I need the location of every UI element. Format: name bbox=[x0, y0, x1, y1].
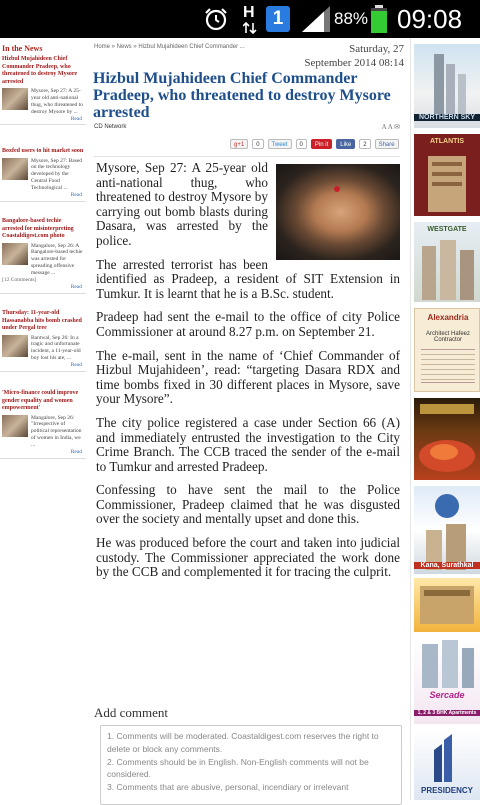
share-bar: g+1 0 Tweet 0 Pin it Like 2 Share bbox=[230, 139, 399, 151]
news-thumbnail[interactable] bbox=[2, 88, 28, 110]
news-thumbnail[interactable] bbox=[2, 334, 28, 357]
date-line-2: September 2014 08:14 bbox=[304, 56, 404, 69]
list-item[interactable]: Thursday: 11-year-old Hassanabba hits bo… bbox=[0, 310, 86, 372]
ad-banner[interactable]: WESTGATE bbox=[414, 222, 480, 302]
ad-text-block bbox=[421, 349, 475, 383]
ad-banner[interactable]: ATLANTIS bbox=[414, 134, 480, 216]
news-link[interactable]: Bangalore-based techie arrested for misi… bbox=[0, 218, 86, 241]
article-paragraph: The city police registered a case under … bbox=[96, 414, 400, 474]
sidebar-title: In the News bbox=[2, 44, 43, 53]
network-type-icon: H bbox=[243, 4, 255, 22]
news-excerpt: Bantwal, Sep 26: In a tragic and unfortu… bbox=[31, 334, 81, 362]
signal-icon bbox=[302, 6, 330, 32]
ad-banner[interactable] bbox=[414, 578, 480, 632]
alarm-icon bbox=[205, 8, 227, 31]
ad-label: Sercade bbox=[429, 690, 465, 700]
ad-label: Alexandria bbox=[427, 313, 469, 322]
news-link[interactable]: 'Micro-finance could improve gender equa… bbox=[0, 390, 86, 413]
news-excerpt: Mysore, Sep 27: A 25-year old anti-natio… bbox=[31, 88, 83, 115]
battery-percent: 88% bbox=[334, 9, 369, 28]
ad-label: 1, 2 & 3 BHK Apartments bbox=[414, 710, 480, 716]
facebook-share-button[interactable]: Share bbox=[374, 139, 399, 149]
ad-label: PRESIDENCY bbox=[420, 786, 473, 795]
tweet-button[interactable]: Tweet bbox=[267, 139, 292, 149]
news-thumbnail[interactable] bbox=[2, 414, 28, 437]
building-graphic bbox=[420, 586, 474, 624]
google-plus-count: 0 bbox=[252, 139, 264, 149]
google-plus-button[interactable]: g+1 bbox=[230, 139, 249, 149]
status-bar: H 1 88% 09:08 bbox=[0, 0, 480, 38]
article-column: Home » News » Hizbul Mujahideen Chief Co… bbox=[90, 38, 406, 805]
comment-rule: 2. Comments should be in English. Non-En… bbox=[107, 756, 369, 780]
tweet-count: 0 bbox=[295, 139, 307, 149]
ad-label: Kana, Surathkal bbox=[414, 562, 480, 569]
pin-it-button[interactable]: Pin it bbox=[310, 139, 333, 149]
news-thumbnail[interactable] bbox=[2, 157, 28, 180]
news-link[interactable]: Thursday: 11-year-old Hassanabba hits bo… bbox=[0, 310, 86, 333]
list-item[interactable]: 'Micro-finance could improve gender equa… bbox=[0, 390, 86, 459]
read-link[interactable]: Read bbox=[0, 362, 86, 369]
clock: 09:08 bbox=[397, 4, 463, 34]
list-item[interactable]: Boxfed users to hit market soon Mysore, … bbox=[0, 148, 86, 202]
news-excerpt: Mangalore, Sep 26: "Irrespective of poli… bbox=[31, 414, 82, 449]
comments-count[interactable]: [12 Comments] bbox=[0, 277, 86, 284]
ad-column: NORTHERN SKY ATLANTIS WESTGATE Alexandri… bbox=[412, 38, 480, 800]
article-date: Saturday, 27 September 2014 08:14 bbox=[304, 43, 404, 71]
building-graphic bbox=[422, 640, 474, 688]
notification-badge-icon: 1 bbox=[266, 6, 290, 32]
news-link[interactable]: Boxfed users to hit market soon bbox=[0, 148, 86, 156]
list-item[interactable]: Bangalore-based techie arrested for misi… bbox=[0, 218, 86, 294]
news-thumbnail[interactable] bbox=[2, 242, 28, 265]
comment-rule: 1. Comments will be moderated. Coastaldi… bbox=[107, 731, 379, 754]
read-link[interactable]: Read bbox=[0, 449, 86, 456]
author-name[interactable]: CD Network bbox=[94, 124, 126, 130]
article-paragraph: He was produced before the court and tak… bbox=[96, 535, 400, 580]
like-count: 2 bbox=[359, 139, 371, 149]
news-link[interactable]: Hizbul Mujahideen Chief Commander Pradee… bbox=[0, 56, 86, 86]
list-item[interactable]: Hizbul Mujahideen Chief Commander Pradee… bbox=[0, 56, 86, 126]
facebook-like-button[interactable]: Like bbox=[336, 139, 356, 149]
building-graphic bbox=[426, 494, 466, 570]
article-paragraph: The e-mail, sent in the name of ‘Chief C… bbox=[96, 347, 400, 407]
read-link[interactable]: Read bbox=[0, 192, 86, 199]
article-paragraph: The arrested terrorist has been identifi… bbox=[96, 256, 400, 301]
notification-badge-count: 1 bbox=[272, 8, 284, 29]
ad-label: Architect Hafeez Contractor bbox=[425, 331, 471, 343]
read-link[interactable]: Read bbox=[0, 116, 86, 123]
ad-banner[interactable]: Alexandria Architect Hafeez Contractor bbox=[414, 308, 480, 392]
ad-label: NORTHERN SKY bbox=[414, 114, 480, 121]
comment-rule: 3. Comments that are abusive, personal, … bbox=[107, 782, 349, 793]
food-graphic bbox=[419, 404, 475, 472]
ad-banner[interactable] bbox=[414, 398, 480, 480]
font-size-print-email-icons[interactable]: A A ✉ bbox=[382, 123, 400, 131]
battery-icon bbox=[371, 5, 387, 33]
divider bbox=[94, 156, 400, 157]
add-comment-heading: Add comment bbox=[94, 705, 169, 720]
building-graphic bbox=[428, 156, 466, 212]
ad-banner[interactable]: Sercade 1, 2 & 3 BHK Apartments bbox=[414, 638, 480, 724]
article-tools[interactable]: A A ✉ bbox=[382, 123, 400, 131]
web-page: In the News Hizbul Mujahideen Chief Comm… bbox=[0, 38, 480, 805]
article-paragraph: Pradeep had sent the e-mail to the offic… bbox=[96, 309, 400, 339]
breadcrumb[interactable]: Home » News » Hizbul Mujahideen Chief Co… bbox=[94, 44, 245, 50]
building-graphic bbox=[422, 240, 474, 300]
ad-banner[interactable]: Kana, Surathkal bbox=[414, 486, 480, 574]
ad-label: ATLANTIS bbox=[429, 138, 465, 145]
comment-rules-box[interactable]: 1. Comments will be moderated. Coastaldi… bbox=[100, 725, 402, 805]
read-link[interactable]: Read bbox=[0, 284, 86, 291]
ad-banner[interactable]: PRESIDENCY bbox=[414, 730, 480, 800]
date-line-1: Saturday, 27 bbox=[349, 43, 404, 55]
data-arrows-icon bbox=[243, 22, 257, 34]
column-divider bbox=[410, 38, 411, 800]
in-the-news-sidebar: In the News Hizbul Mujahideen Chief Comm… bbox=[0, 38, 86, 800]
network-type-label: H bbox=[243, 4, 255, 21]
article-body: Mysore, Sep 27: A 25-year old anti-natio… bbox=[96, 160, 400, 589]
page-title: Hizbul Mujahideen Chief Commander Pradee… bbox=[93, 70, 391, 121]
article-paragraph: Confessing to have sent the mail to the … bbox=[96, 482, 400, 527]
ad-banner[interactable]: NORTHERN SKY bbox=[414, 44, 480, 128]
news-excerpt: Mysore, Sep 27: Based on the technology … bbox=[31, 157, 83, 192]
ad-label: WESTGATE bbox=[427, 226, 467, 233]
suspect-photo[interactable] bbox=[276, 164, 400, 260]
news-excerpt: Mangalore, Sep 26: A Bangalore-based tec… bbox=[31, 242, 83, 277]
